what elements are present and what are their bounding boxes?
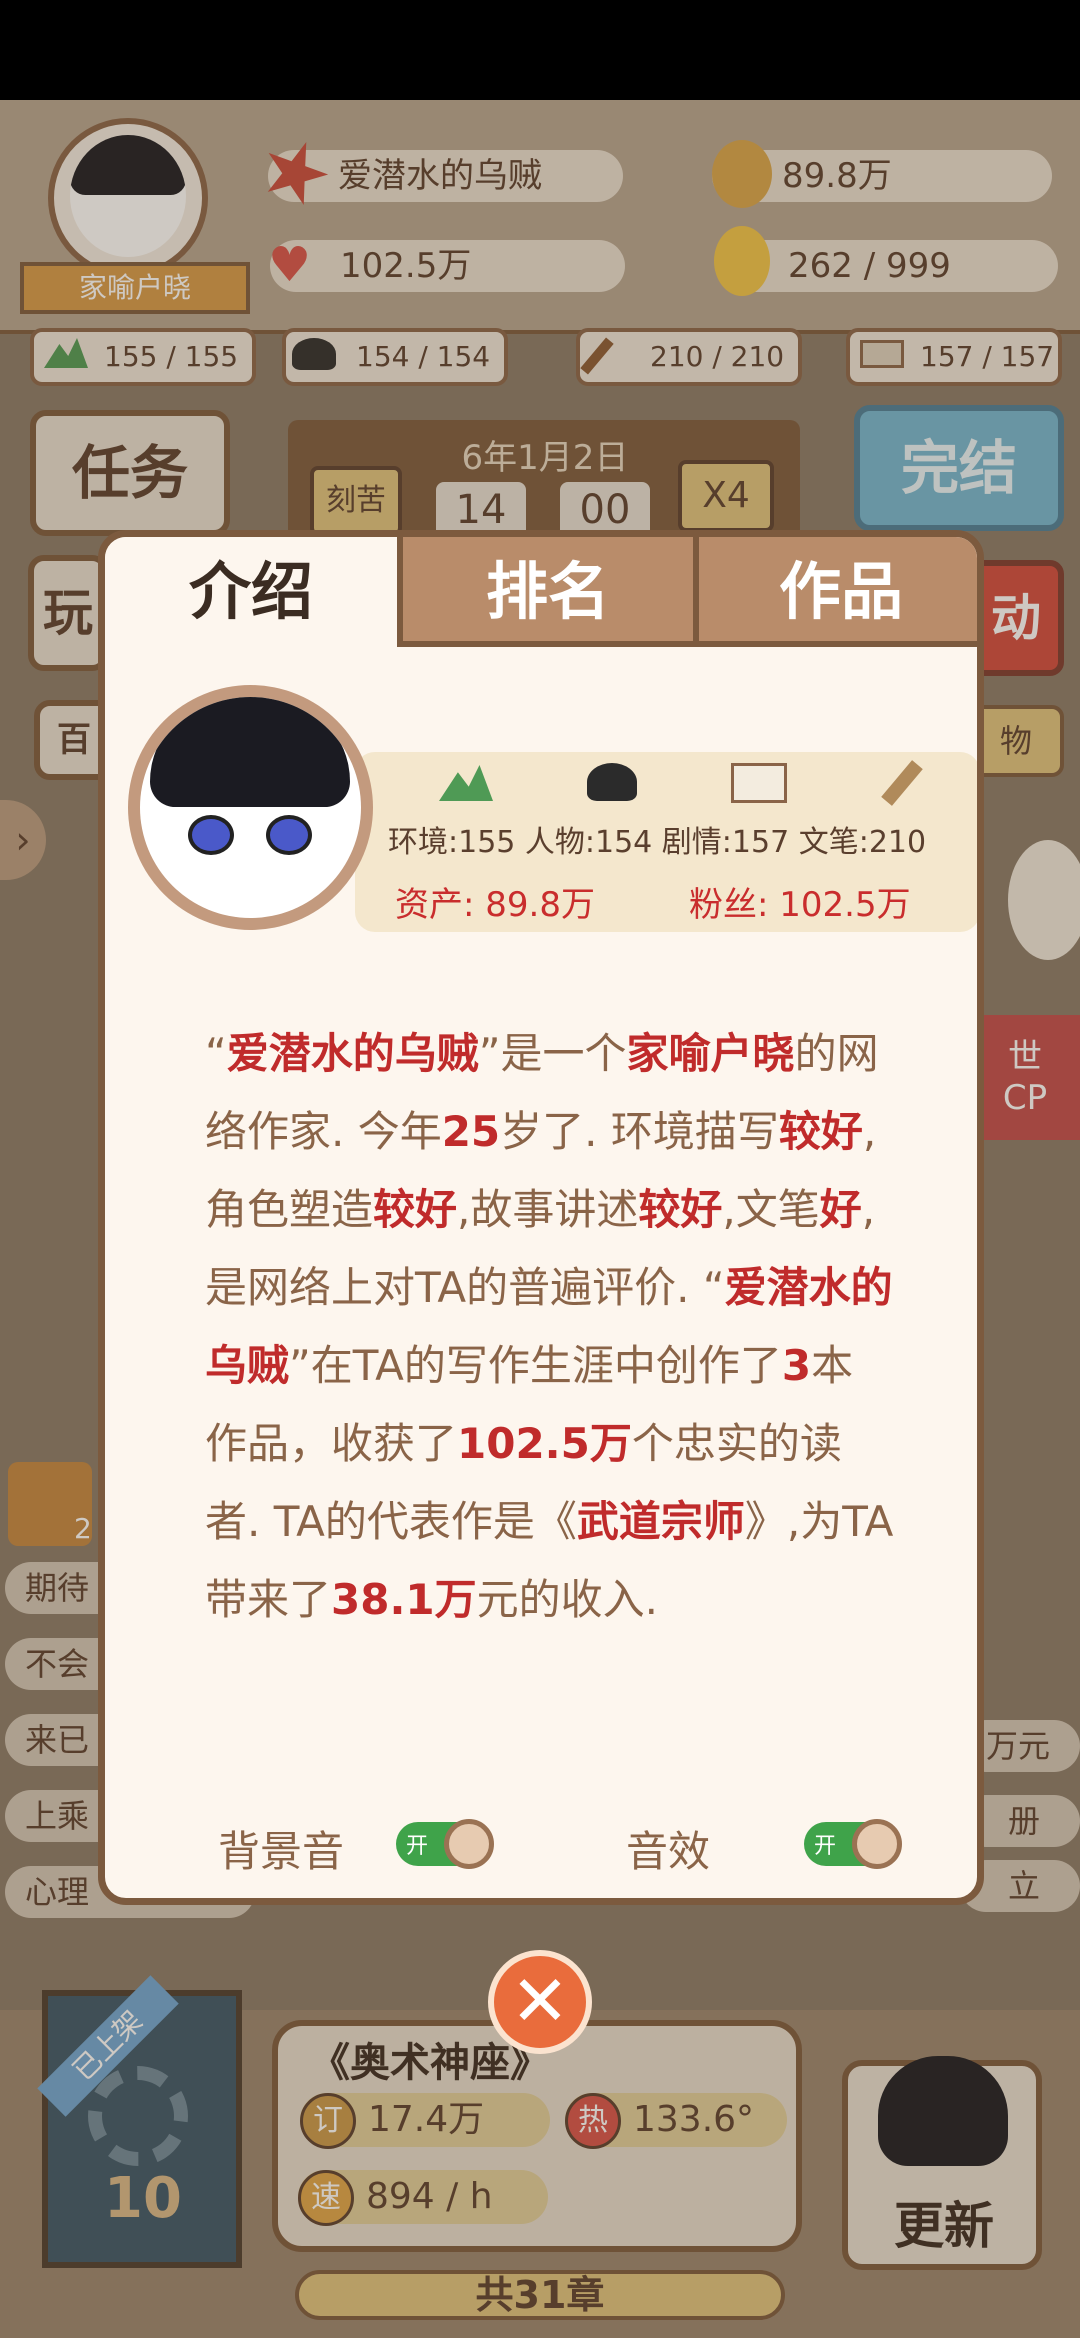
desc-rank: 家喻户晓 [626, 1029, 795, 1078]
desc-text: “ [205, 1029, 227, 1078]
author-description: “爱潜水的乌贼”是一个家喻户晓的网络作家. 今年25岁了. 环境描写较好,角色塑… [205, 1015, 895, 1639]
tab-intro[interactable]: 介绍 [105, 537, 397, 647]
tab-works[interactable]: 作品 [693, 537, 977, 647]
book-icon [731, 763, 787, 803]
desc-story-rating: 较好 [638, 1185, 723, 1234]
bgm-label: 背景音 [218, 1827, 345, 1876]
sfx-toggle[interactable]: 开 [804, 1819, 902, 1869]
desc-text: ,文笔 [722, 1185, 820, 1234]
toggle-knob [852, 1819, 902, 1869]
desc-text: 元的收入. [476, 1575, 659, 1624]
toggle-knob [444, 1819, 494, 1869]
sfx-label: 音效 [626, 1827, 711, 1876]
desc-char-rating: 较好 [373, 1185, 458, 1234]
desc-text: ”是一个 [478, 1029, 627, 1078]
hat-icon [587, 763, 637, 801]
desc-readers: 102.5万 [457, 1419, 632, 1468]
desc-text: ,故事讲述 [457, 1185, 639, 1234]
tab-bar: 介绍 排名 作品 [105, 537, 977, 652]
bgm-toggle[interactable]: 开 [396, 1819, 494, 1869]
desc-text: 岁了. 环境描写 [500, 1107, 779, 1156]
toggle-on-text: 开 [814, 1834, 837, 1859]
desc-text: ”在TA的写作生涯中创作了 [289, 1341, 782, 1390]
desc-income: 38.1万 [331, 1575, 477, 1624]
status-bar [0, 0, 1080, 100]
profile-stats-line: 环境:155 人物:154 剧情:157 文笔:210 [388, 825, 927, 860]
assets-line: 资产: 89.8万 [395, 885, 595, 925]
desc-author-name: 爱潜水的乌贼 [226, 1029, 479, 1078]
desc-works-count: 3 [781, 1341, 812, 1390]
close-button[interactable]: ✕ [488, 1950, 592, 2054]
fans-line: 粉丝: 102.5万 [689, 885, 911, 925]
toggle-on-text: 开 [406, 1834, 429, 1859]
desc-age: 25 [441, 1107, 501, 1156]
tab-ranking[interactable]: 排名 [397, 537, 693, 647]
avatar-right-eye [266, 815, 312, 855]
desc-env-rating: 较好 [778, 1107, 863, 1156]
author-avatar [140, 697, 361, 918]
avatar-left-eye [188, 815, 234, 855]
desc-masterpiece: 武道宗师 [576, 1497, 745, 1546]
close-icon: ✕ [510, 1960, 570, 2042]
desc-writing-rating: 好 [819, 1185, 862, 1234]
